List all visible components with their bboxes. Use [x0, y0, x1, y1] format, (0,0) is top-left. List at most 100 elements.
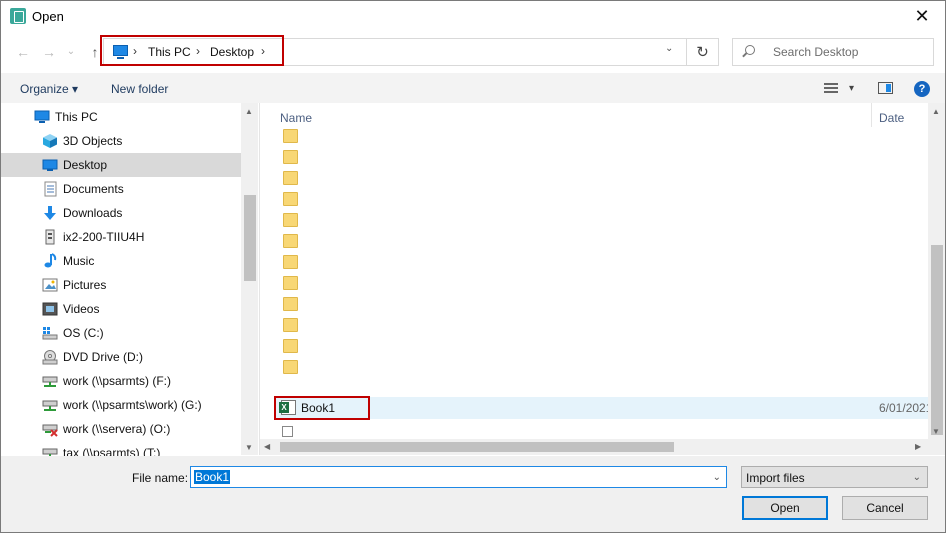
sidebar-item-music[interactable]: Music [1, 249, 241, 273]
sidebar-item-label: Videos [63, 302, 100, 316]
sidebar-item-os-c[interactable]: OS (C:) [1, 321, 241, 345]
navigation-pane: This PC 3D Objects Desktop Documents Dow… [1, 103, 260, 460]
scroll-up-icon[interactable]: ▲ [932, 107, 940, 116]
search-input[interactable]: Search Desktop [732, 38, 934, 66]
sidebar-item-label: Documents [63, 182, 124, 196]
sidebar-item-pictures[interactable]: Pictures [1, 273, 241, 297]
sidebar-item-work-o[interactable]: work (\\servera) (O:) [1, 417, 241, 441]
file-list-pane: Name Date Book1 6/01/2021 ▲ ▼ ◀ ▶ [260, 103, 945, 455]
folder-icon[interactable] [283, 339, 298, 353]
file-type-value: Import files [746, 471, 805, 485]
network-drive-icon [42, 397, 58, 413]
folder-icon[interactable] [283, 129, 298, 143]
new-folder-button[interactable]: New folder [111, 82, 168, 96]
sidebar-item-label: OS (C:) [63, 326, 104, 340]
folder-icon[interactable] [283, 297, 298, 311]
file-highlight-box [274, 396, 370, 420]
file-list-vertical-scrollbar[interactable]: ▲ ▼ [928, 103, 945, 439]
folder-icon[interactable] [283, 171, 298, 185]
sidebar-item-3d-objects[interactable]: 3D Objects [1, 129, 241, 153]
file-name-value[interactable]: Book1 [194, 470, 231, 484]
dialog-footer: File name: Book1 ⌄ Import files ⌄ Open C… [1, 456, 945, 532]
file-name-input[interactable]: Book1 ⌄ [190, 466, 727, 488]
sidebar-item-label: work (\\psarmts) (F:) [63, 374, 171, 388]
documents-icon [42, 181, 58, 197]
file-type-select[interactable]: Import files ⌄ [741, 466, 928, 488]
network-drive-icon [42, 373, 58, 389]
recent-locations-button[interactable]: ⌄ [61, 41, 81, 63]
scroll-down-icon[interactable]: ▼ [932, 427, 940, 436]
command-toolbar: Organize ▾ New folder ▾ ? [1, 73, 945, 103]
scroll-right-icon[interactable]: ▶ [915, 442, 921, 451]
sidebar-item-label: DVD Drive (D:) [63, 350, 143, 364]
app-icon [10, 8, 26, 24]
search-placeholder: Search Desktop [773, 45, 859, 59]
sidebar-item-videos[interactable]: Videos [1, 297, 241, 321]
videos-icon [42, 301, 58, 317]
device-icon [42, 229, 58, 245]
column-header-date[interactable]: Date [879, 111, 904, 125]
sidebar-item-this-pc[interactable]: This PC [1, 105, 241, 129]
title-bar: Open ✕ [1, 1, 945, 33]
download-icon [42, 205, 58, 221]
sidebar-item-label: Downloads [63, 206, 123, 220]
close-button[interactable]: ✕ [899, 1, 945, 32]
sidebar-item-desktop[interactable]: Desktop [1, 153, 241, 177]
cancel-button[interactable]: Cancel [842, 496, 928, 520]
sidebar-item-label: ix2-200-TIIU4H [63, 230, 145, 244]
folder-icon[interactable] [283, 276, 298, 290]
open-button[interactable]: Open [742, 496, 828, 520]
sidebar-item-ix2-200[interactable]: ix2-200-TIIU4H [1, 225, 241, 249]
scroll-down-icon[interactable]: ▼ [245, 443, 253, 452]
organize-button[interactable]: Organize ▾ [20, 82, 78, 96]
forward-button[interactable]: → [39, 41, 59, 63]
disconnected-drive-icon [42, 421, 58, 437]
drive-icon [42, 325, 58, 341]
dvd-icon [42, 349, 58, 365]
table-row-selected[interactable] [274, 397, 929, 419]
scroll-left-icon[interactable]: ◀ [264, 442, 270, 451]
file-date: 6/01/2021 [879, 401, 933, 415]
folder-icon[interactable] [283, 360, 298, 374]
cube-icon [42, 133, 58, 149]
address-dropdown-icon[interactable]: ⌄ [665, 43, 673, 54]
sidebar-scroll-thumb[interactable] [244, 195, 256, 281]
refresh-button[interactable]: ↻ [687, 38, 719, 66]
sidebar-scrollbar[interactable]: ▲ ▼ [241, 103, 258, 455]
music-icon [42, 253, 58, 269]
open-dialog: Open ✕ ← → ⌄ ↑ › This PC › Desktop › ⌄ ↻… [0, 0, 946, 533]
back-button[interactable]: ← [13, 41, 33, 63]
folder-icon[interactable] [283, 150, 298, 164]
preview-pane-icon[interactable] [878, 82, 893, 94]
scroll-up-icon[interactable]: ▲ [245, 107, 253, 116]
folder-icon[interactable] [283, 192, 298, 206]
sidebar-item-label: Music [63, 254, 95, 268]
column-divider[interactable] [871, 103, 872, 127]
folder-icon[interactable] [283, 318, 298, 332]
sidebar-item-downloads[interactable]: Downloads [1, 201, 241, 225]
window-title: Open [32, 9, 64, 24]
view-options-caret-icon[interactable]: ▾ [849, 83, 854, 94]
shortcut-file-icon[interactable] [282, 426, 293, 437]
sidebar-item-work-f[interactable]: work (\\psarmts) (F:) [1, 369, 241, 393]
breadcrumb-highlight-box [100, 35, 284, 66]
file-list-horizontal-scrollbar[interactable]: ◀ ▶ [260, 439, 928, 455]
folder-icon[interactable] [283, 255, 298, 269]
sidebar-item-documents[interactable]: Documents [1, 177, 241, 201]
horizontal-scroll-thumb[interactable] [280, 442, 674, 452]
vertical-scroll-thumb[interactable] [931, 245, 943, 435]
sidebar-item-dvd-d[interactable]: DVD Drive (D:) [1, 345, 241, 369]
folder-icon[interactable] [283, 234, 298, 248]
sidebar-item-work-g[interactable]: work (\\psarmts\work) (G:) [1, 393, 241, 417]
chevron-down-icon[interactable]: ⌄ [913, 472, 921, 483]
sidebar-item-label: work (\\psarmts\work) (G:) [63, 398, 202, 412]
sidebar-item-label: 3D Objects [63, 134, 123, 148]
help-icon[interactable]: ? [914, 81, 930, 97]
column-header-name[interactable]: Name [280, 111, 312, 125]
chevron-down-icon[interactable]: ⌄ [713, 472, 721, 483]
view-options-icon[interactable] [824, 83, 838, 94]
desktop-icon [42, 157, 58, 173]
folder-icon[interactable] [283, 213, 298, 227]
sidebar-item-label: work (\\servera) (O:) [63, 422, 171, 436]
scrollbar-corner [928, 439, 945, 455]
